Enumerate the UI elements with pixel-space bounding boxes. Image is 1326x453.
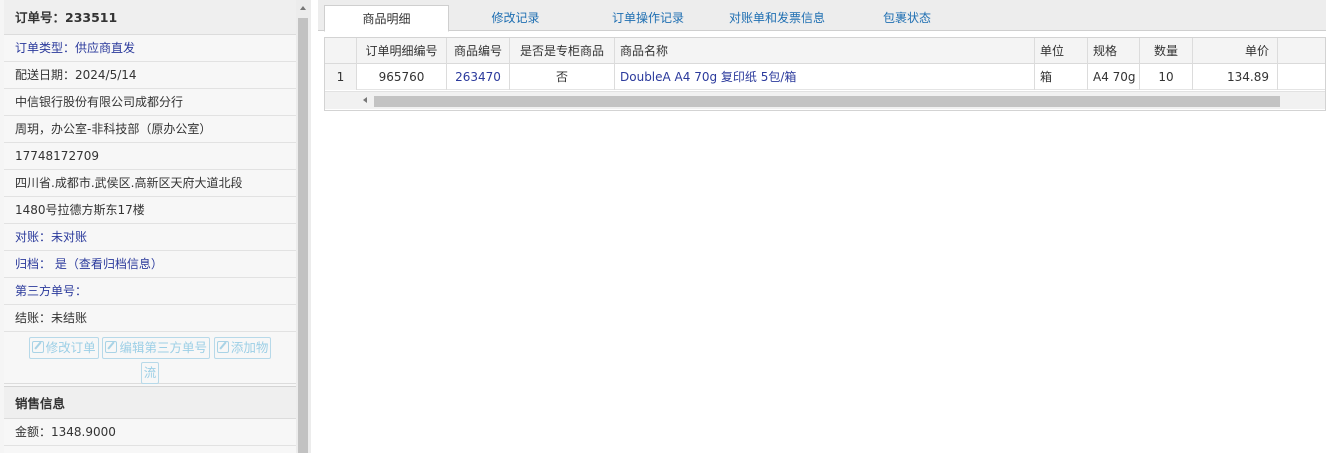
settlement-status: 结账：未结账 [4, 305, 296, 332]
tab-order-operation-log[interactable]: 订单操作记录 [592, 5, 704, 31]
row-number: 1 [325, 64, 357, 90]
left-panel-scrollbar[interactable] [296, 0, 311, 453]
cell-detail-number: 965760 [357, 64, 447, 90]
contact-person: 周玥，办公室-非科技部（原办公室） [4, 116, 296, 143]
header-spec[interactable]: 规格 [1088, 38, 1140, 64]
tab-package-status[interactable]: 包裹状态 [866, 5, 948, 31]
cell-unit: 箱 [1035, 64, 1088, 90]
scroll-left-arrow-icon[interactable] [363, 97, 367, 103]
cell-spec: A4 70g [1088, 64, 1140, 90]
delivery-date: 配送日期：2024/5/14 [4, 62, 296, 89]
header-product-number[interactable]: 商品编号 [447, 38, 510, 64]
tab-bar: 商品明细 修改记录 订单操作记录 对账单和发票信息 包裹状态 [318, 0, 1326, 32]
order-info-content: 订单号：233511 订单类型：供应商直发 配送日期：2024/5/14 中信银… [4, 0, 296, 453]
header-detail-number[interactable]: 订单明细编号 [357, 38, 447, 64]
header-row-number [325, 38, 357, 64]
tab-modification-log[interactable]: 修改记录 [468, 5, 563, 31]
grid-horizontal-scrollbar[interactable] [325, 91, 1325, 109]
edit-third-party-label: 编辑第三方单号 [119, 340, 207, 355]
address-line-2: 1480号拉德方斯东17楼 [4, 197, 296, 224]
add-logistics-button[interactable]: 添加物 [213, 337, 272, 359]
add-logistics-label: 添加物 [230, 340, 269, 355]
scrollbar-thumb[interactable] [298, 18, 308, 453]
horizontal-scrollbar-thumb[interactable] [374, 96, 1280, 107]
header-product-name[interactable]: 商品名称 [615, 38, 1035, 64]
customer-company: 中信银行股份有限公司成都分行 [4, 89, 296, 116]
edit-icon [105, 341, 118, 353]
order-number-header: 订单号：233511 [4, 0, 296, 35]
product-detail-grid: 订单明细编号 商品编号 是否是专柜商品 商品名称 单位 规格 数量 单价 1 9… [324, 37, 1326, 111]
header-unit-price[interactable]: 单价 [1193, 38, 1278, 64]
cell-product-number-link[interactable]: 263470 [447, 64, 510, 90]
edit-order-label: 修改订单 [45, 340, 96, 355]
sales-info-header: 销售信息 [4, 386, 296, 419]
reconcile-status: 对账：未对账 [4, 224, 296, 251]
cell-unit-price: 134.89 [1193, 64, 1278, 90]
edit-order-button[interactable]: 修改订单 [28, 337, 99, 359]
order-info-panel: 订单号：233511 订单类型：供应商直发 配送日期：2024/5/14 中信银… [0, 0, 311, 453]
table-row[interactable]: 1 965760 263470 否 DoubleA A4 70g 复印纸 5包/… [325, 64, 1325, 90]
order-type: 订单类型：供应商直发 [4, 35, 296, 62]
detail-area: 商品明细 修改记录 订单操作记录 对账单和发票信息 包裹状态 订单明细编号 商品… [318, 0, 1326, 453]
add-logistics-button-wrap[interactable]: 流 [140, 362, 160, 384]
edit-icon [31, 341, 44, 353]
sales-amount: 金额：1348.9000 [4, 419, 296, 446]
header-counter-product[interactable]: 是否是专柜商品 [510, 38, 615, 64]
cell-counter-product: 否 [510, 64, 615, 90]
header-quantity[interactable]: 数量 [1140, 38, 1193, 64]
edit-third-party-number-button[interactable]: 编辑第三方单号 [102, 337, 210, 359]
cell-quantity: 10 [1140, 64, 1193, 90]
contact-phone: 17748172709 [4, 143, 296, 170]
cell-product-name-link[interactable]: DoubleA A4 70g 复印纸 5包/箱 [615, 64, 1035, 90]
edit-icon [216, 341, 229, 353]
archive-status-link[interactable]: 归档： 是（查看归档信息） [4, 251, 296, 278]
add-logistics-label-wrap: 流 [143, 365, 157, 380]
scroll-up-arrow-icon[interactable] [296, 0, 311, 16]
order-action-buttons: 修改订单 编辑第三方单号 添加物 流 [4, 332, 296, 384]
address-line-1: 四川省.成都市.武侯区.高新区天府大道北段 [4, 170, 296, 197]
tab-statement-invoice[interactable]: 对账单和发票信息 [714, 5, 840, 31]
grid-header-row: 订单明细编号 商品编号 是否是专柜商品 商品名称 单位 规格 数量 单价 [325, 38, 1325, 64]
third-party-number: 第三方单号： [4, 278, 296, 305]
header-unit[interactable]: 单位 [1035, 38, 1088, 64]
tab-product-details[interactable]: 商品明细 [324, 5, 449, 32]
